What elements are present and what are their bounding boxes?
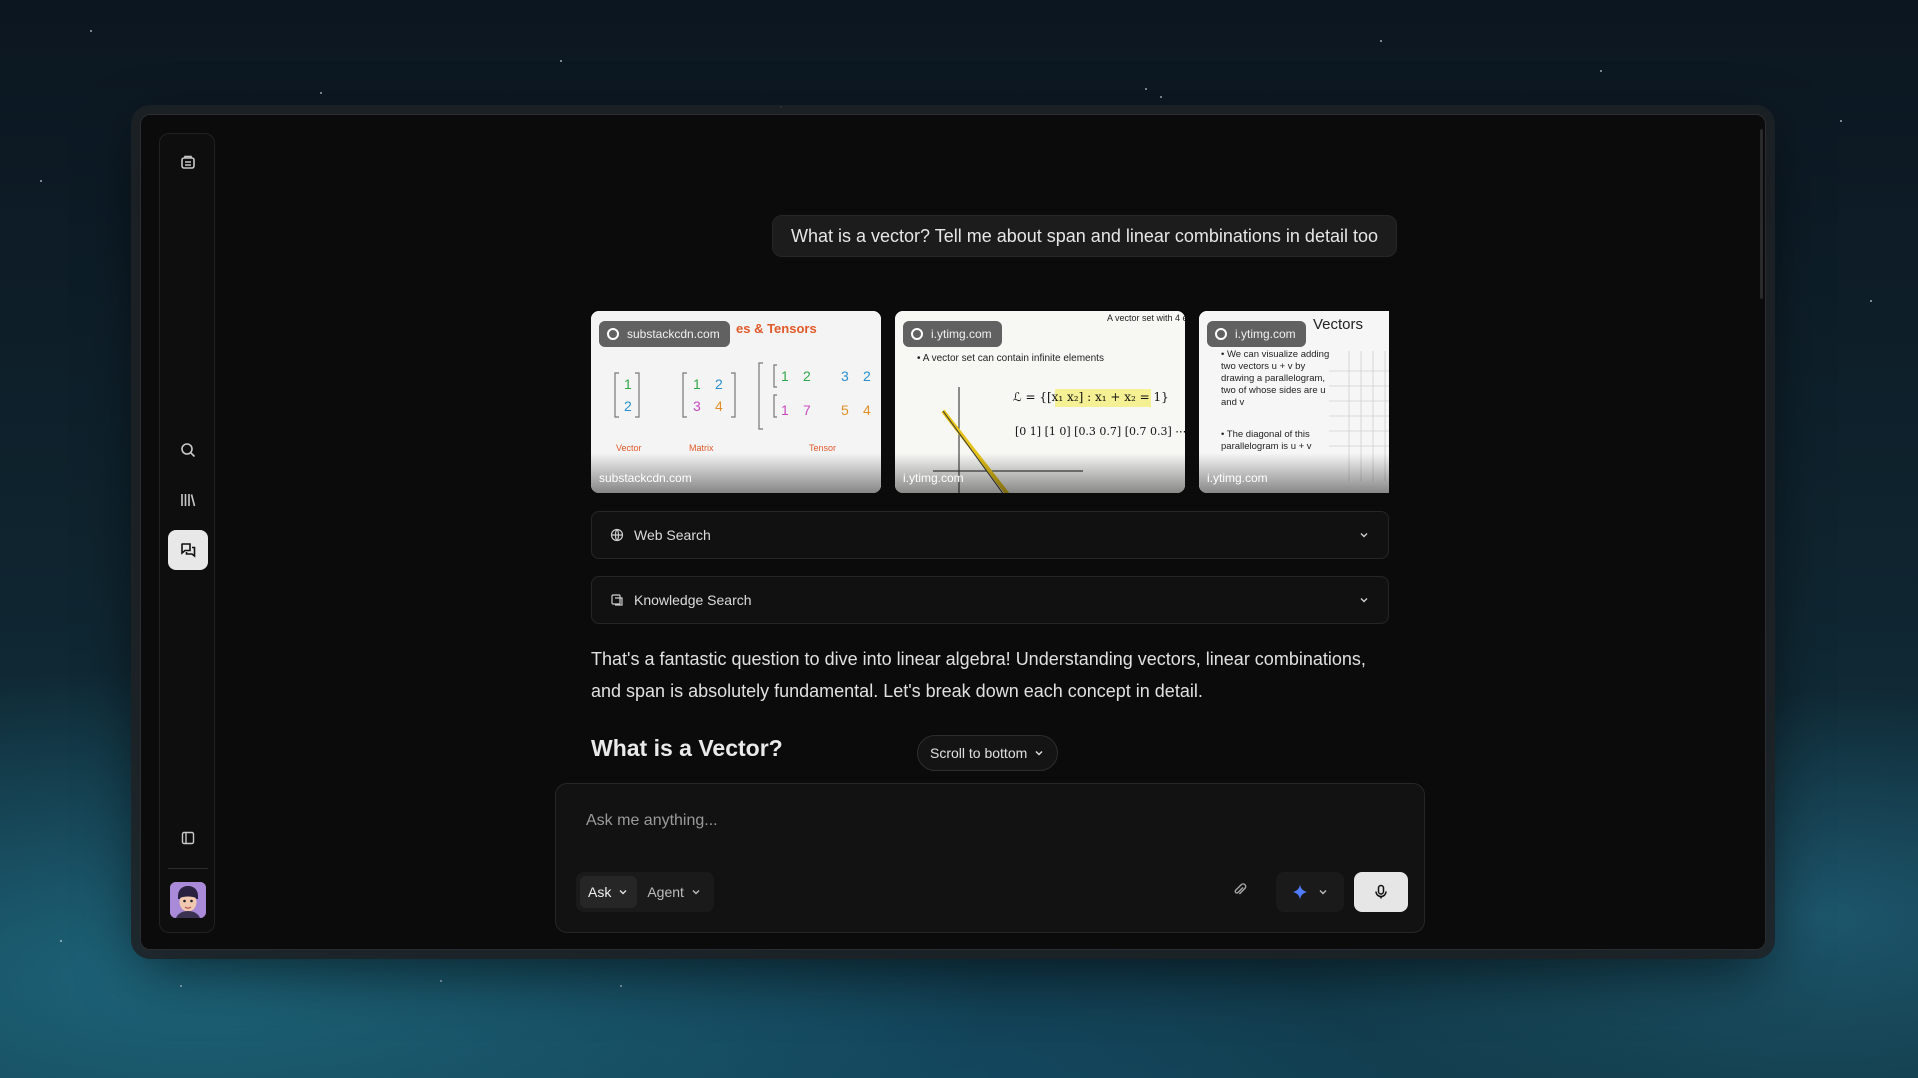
scroll-button-label: Scroll to bottom — [930, 745, 1028, 761]
mode-ask-label: Ask — [588, 884, 612, 900]
attach-icon[interactable] — [1232, 882, 1248, 903]
image-caption: substackcdn.com — [591, 453, 881, 493]
chevron-down-icon — [619, 890, 627, 895]
globe-icon — [607, 328, 619, 340]
source-label: substackcdn.com — [627, 327, 720, 341]
sparkle-icon — [1293, 884, 1307, 900]
voice-input-button[interactable] — [1354, 872, 1408, 912]
image-result-card[interactable]: es & Tensors 1 2 1 2 3 4 1 2 3 2 1 7 5 4… — [591, 311, 881, 493]
knowledge-search-accordion[interactable]: Knowledge Search — [591, 576, 1389, 624]
thumbnail-text: • A vector set can contain infinite elem… — [917, 353, 1104, 364]
svg-text:1: 1 — [624, 376, 632, 392]
microphone-icon — [1375, 884, 1387, 899]
svg-text:4: 4 — [715, 398, 723, 414]
scroll-to-bottom-button[interactable]: Scroll to bottom — [917, 735, 1059, 771]
assistant-answer-intro: That's a fantastic question to dive into… — [591, 649, 1366, 701]
svg-text:5: 5 — [841, 402, 849, 418]
accordion-label: Web Search — [634, 527, 711, 543]
chevron-down-icon — [1319, 890, 1327, 895]
svg-text:2: 2 — [803, 368, 811, 384]
mode-ask-button[interactable]: Ask — [580, 876, 638, 908]
svg-text:3: 3 — [841, 368, 849, 384]
image-caption: i.ytimg.com — [895, 453, 1185, 493]
message-composer: Ask Agent — [555, 783, 1425, 933]
source-badge: i.ytimg.com — [903, 321, 1002, 347]
chevron-down-icon — [1360, 533, 1368, 538]
thumbnail-text: Vectors — [1313, 316, 1363, 333]
chevron-down-icon — [692, 890, 700, 895]
globe-icon — [610, 528, 624, 542]
svg-text:Matrix: Matrix — [689, 443, 714, 453]
model-selector-button[interactable] — [1276, 872, 1344, 912]
svg-text:2: 2 — [715, 376, 723, 392]
thumbnail-text: A vector set with 4 elements — [1107, 313, 1185, 323]
source-label: i.ytimg.com — [1235, 327, 1296, 341]
svg-text:7: 7 — [803, 402, 811, 418]
source-badge: substackcdn.com — [599, 321, 730, 347]
image-result-card[interactable]: Vectors • We can visualize adding two ve… — [1199, 311, 1389, 493]
svg-text:[0 1] [1 0] [0.3 0.7] [0.7 0.3: [0 1] [1 0] [0.3 0.7] [0.7 0.3] ⋯ — [1015, 425, 1185, 438]
accordion-label: Knowledge Search — [634, 592, 752, 608]
image-result-card[interactable]: A vector set with 4 elements • A vector … — [895, 311, 1185, 493]
svg-text:1: 1 — [781, 402, 789, 418]
globe-icon — [1215, 328, 1227, 340]
svg-text:4: 4 — [863, 402, 871, 418]
app-window: What is a vector? Tell me about span and… — [140, 114, 1766, 950]
thumbnail-text: es & Tensors — [736, 321, 817, 336]
source-badge: i.ytimg.com — [1207, 321, 1306, 347]
answer-heading: What is a Vector? — [591, 735, 783, 761]
svg-text:ℒ = {[x₁ x₂] : x₁ + x₂ = 1}: ℒ = {[x₁ x₂] : x₁ + x₂ = 1} — [1013, 390, 1169, 404]
mode-selector: Ask Agent — [576, 872, 714, 912]
documents-icon — [611, 594, 623, 606]
image-results: es & Tensors 1 2 1 2 3 4 1 2 3 2 1 7 5 4… — [591, 311, 1389, 493]
web-search-accordion[interactable]: Web Search — [591, 511, 1389, 559]
svg-text:1: 1 — [693, 376, 701, 392]
chevron-down-icon — [1360, 598, 1368, 603]
svg-text:3: 3 — [693, 398, 701, 414]
mode-agent-button[interactable]: Agent — [639, 876, 710, 908]
svg-text:Vector: Vector — [616, 443, 642, 453]
mode-agent-label: Agent — [647, 884, 684, 900]
image-caption: i.ytimg.com — [1199, 453, 1389, 493]
svg-text:2: 2 — [624, 398, 632, 414]
source-label: i.ytimg.com — [931, 327, 992, 341]
user-message: What is a vector? Tell me about span and… — [771, 215, 1397, 257]
svg-text:1: 1 — [781, 368, 789, 384]
chat-main: What is a vector? Tell me about span and… — [141, 115, 1765, 949]
globe-icon — [911, 328, 923, 340]
chevron-down-icon — [1035, 751, 1043, 756]
svg-text:Tensor: Tensor — [809, 443, 836, 453]
svg-text:2: 2 — [863, 368, 871, 384]
message-input[interactable] — [586, 812, 1286, 830]
